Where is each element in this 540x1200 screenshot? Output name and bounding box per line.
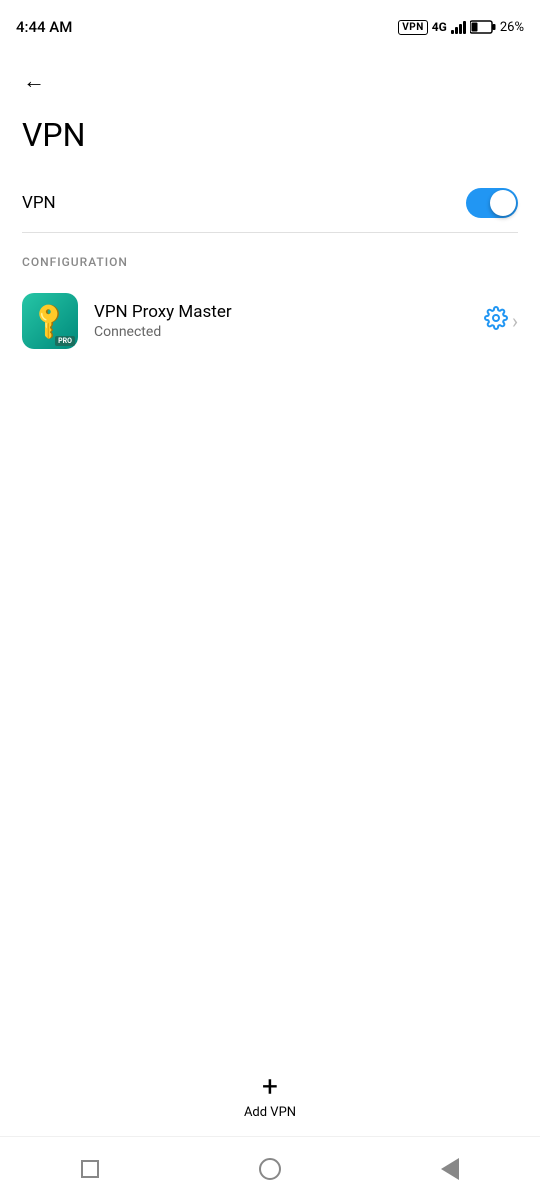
vpn-item-status: Connected (94, 324, 468, 340)
bottom-nav (0, 1136, 540, 1200)
vpn-item[interactable]: 🔑 PRO VPN Proxy Master Connected › (0, 281, 540, 361)
signal-label: 4G (432, 20, 447, 34)
page-title: VPN (0, 108, 540, 174)
vpn-item-name: VPN Proxy Master (94, 302, 468, 322)
back-arrow-icon: ← (23, 71, 45, 93)
add-vpn-area[interactable]: + Add VPN (0, 1073, 540, 1120)
vpn-toggle-row: VPN (0, 174, 540, 232)
add-vpn-plus-icon: + (262, 1073, 278, 1101)
battery-icon (470, 20, 496, 34)
nav-square-icon (81, 1160, 99, 1178)
status-time: 4:44 AM (16, 18, 72, 36)
chevron-right-icon: › (512, 309, 518, 333)
vpn-item-info: VPN Proxy Master Connected (94, 302, 468, 340)
nav-triangle-icon (441, 1158, 459, 1180)
nav-back-button[interactable] (430, 1149, 470, 1189)
gear-icon[interactable] (484, 306, 508, 336)
back-area: ← (0, 52, 540, 108)
signal-bars-icon (451, 20, 466, 34)
back-button[interactable]: ← (16, 64, 52, 100)
nav-home-button[interactable] (250, 1149, 290, 1189)
vpn-toggle-switch[interactable] (466, 188, 518, 218)
battery-percent: 26% (500, 20, 524, 35)
toggle-knob (490, 190, 516, 216)
nav-circle-icon (259, 1158, 281, 1180)
configuration-section-header: CONFIGURATION (0, 233, 540, 281)
vpn-toggle-label: VPN (22, 193, 56, 213)
status-right: VPN 4G 26% (398, 20, 524, 35)
vpn-status-badge: VPN (398, 20, 428, 35)
nav-square-button[interactable] (70, 1149, 110, 1189)
add-vpn-label: Add VPN (244, 1105, 296, 1120)
vpn-item-actions: › (484, 306, 518, 336)
status-bar: 4:44 AM VPN 4G 26% (0, 0, 540, 52)
pro-badge: PRO (55, 336, 75, 346)
vpn-app-icon: 🔑 PRO (22, 293, 78, 349)
